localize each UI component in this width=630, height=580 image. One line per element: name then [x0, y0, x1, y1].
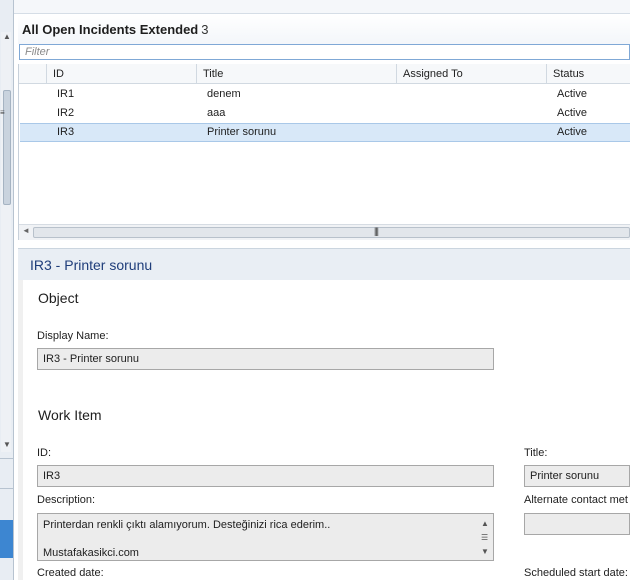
filter-input[interactable]: Filter: [19, 44, 630, 60]
id-field[interactable]: IR3: [37, 465, 494, 487]
scroll-down-icon[interactable]: ▼: [3, 440, 11, 449]
table-row[interactable]: IR2 aaa Active: [20, 104, 630, 123]
alternate-contact-label: Alternate contact met: [524, 494, 628, 506]
grid-horizontal-scrollbar[interactable]: ◄ |||: [19, 224, 630, 240]
column-header-id[interactable]: ID: [47, 64, 197, 83]
table-row[interactable]: IR1 denem Active: [20, 85, 630, 104]
cell-id: IR2: [57, 107, 75, 119]
section-title-work-item: Work Item: [38, 407, 102, 423]
scroll-left-icon[interactable]: ◄: [22, 226, 30, 235]
scroll-grip-icon: |||: [374, 226, 379, 236]
cell-title: aaa: [207, 107, 226, 119]
view-title-text: All Open Incidents Extended: [22, 22, 199, 37]
cell-title: denem: [207, 88, 241, 100]
column-header-status[interactable]: Status: [547, 64, 630, 83]
column-header-assigned-to[interactable]: Assigned To: [397, 64, 547, 83]
cell-status: Active: [557, 88, 587, 100]
id-label: ID:: [37, 447, 52, 459]
splitter-grip-icon[interactable]: ≡: [0, 108, 5, 117]
cell-status: Active: [557, 107, 587, 119]
navigation-pane-edge: ▲ ▼ ≡: [0, 0, 14, 580]
cell-title: Printer sorunu: [207, 126, 277, 138]
description-line: Printerdan renkli çıktı alamıyorum. Dest…: [43, 519, 331, 531]
scroll-up-icon[interactable]: ▲: [481, 517, 489, 531]
cell-status: Active: [557, 126, 587, 138]
description-textarea[interactable]: Printerdan renkli çıktı alamıyorum. Dest…: [37, 513, 494, 561]
description-label: Description:: [37, 494, 96, 506]
nav-divider: [0, 488, 13, 489]
view-title: All Open Incidents Extended 3: [22, 22, 208, 37]
description-scrollbar[interactable]: ▲ ☰ ▼: [478, 515, 492, 559]
detail-form: Object Display Name: IR3 - Printer sorun…: [23, 280, 630, 580]
grid-header: ID Title Assigned To Status: [19, 64, 630, 84]
view-item-count: 3: [201, 22, 209, 37]
title-label: Title:: [524, 447, 548, 459]
display-name-label: Display Name:: [37, 330, 109, 342]
section-title-object: Object: [38, 290, 79, 306]
scroll-grip-icon: ☰: [481, 533, 489, 542]
detail-pane-header: IR3 - Printer sorunu: [18, 248, 630, 280]
title-field[interactable]: Printer sorunu: [524, 465, 630, 487]
nav-selected-item[interactable]: [0, 520, 13, 558]
grid-scroll-thumb[interactable]: |||: [33, 226, 630, 238]
incidents-grid: ID Title Assigned To Status IR1 denem Ac…: [18, 64, 630, 240]
nav-divider: [0, 458, 13, 459]
nav-scrollbar[interactable]: ▲ ▼: [1, 32, 11, 452]
alternate-contact-field[interactable]: [524, 513, 630, 535]
created-date-label: Created date:: [37, 567, 104, 579]
scroll-up-icon[interactable]: ▲: [3, 32, 11, 41]
detail-title: IR3 - Printer sorunu: [30, 257, 153, 273]
view-header: All Open Incidents Extended 3: [18, 14, 630, 44]
cell-id: IR3: [57, 126, 75, 138]
display-name-field[interactable]: IR3 - Printer sorunu: [37, 348, 494, 370]
description-line: Mustafakasikci.com: [43, 547, 139, 559]
scheduled-start-date-label: Scheduled start date:: [524, 567, 628, 579]
table-row-selected[interactable]: IR3 Printer sorunu Active: [20, 123, 630, 142]
column-header-title[interactable]: Title: [197, 64, 397, 83]
cell-id: IR1: [57, 88, 75, 100]
detail-pane: Object Display Name: IR3 - Printer sorun…: [18, 280, 630, 580]
column-header-indicator: [19, 64, 47, 83]
top-toolbar-strip: [14, 0, 630, 14]
scroll-down-icon[interactable]: ▼: [481, 545, 489, 559]
